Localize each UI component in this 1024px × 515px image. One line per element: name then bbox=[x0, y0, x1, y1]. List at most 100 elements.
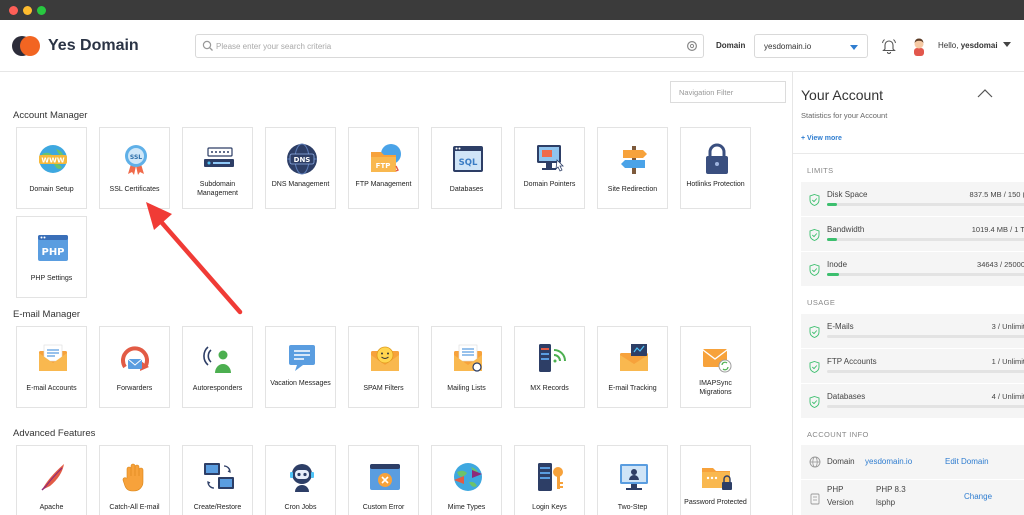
spam-filter-icon bbox=[371, 346, 399, 371]
navigation-filter-input[interactable] bbox=[679, 86, 779, 99]
info-php-handler: lsphp bbox=[876, 498, 896, 507]
info-php-key-2: Version bbox=[827, 498, 854, 507]
tile-databases[interactable]: SQL Databases bbox=[431, 127, 502, 209]
dns-globe-icon: DNS bbox=[287, 143, 317, 175]
minimize-window-button[interactable] bbox=[23, 6, 32, 15]
stat-value: 1019.4 MB / 1 T bbox=[971, 225, 1024, 234]
tile-label: Databases bbox=[449, 186, 484, 193]
progress-bar bbox=[827, 238, 1024, 241]
usage-databases: Databases 4 / Unlimit bbox=[801, 384, 1024, 418]
domain-label: Domain bbox=[716, 41, 746, 50]
limit-disk-space: Disk Space 837.5 MB / 150 ( bbox=[801, 182, 1024, 216]
info-php-key: PHP bbox=[827, 485, 844, 494]
tile-site-redirection[interactable]: Site Redirection bbox=[597, 127, 668, 209]
tile-email-accounts[interactable]: E-mail Accounts bbox=[16, 326, 87, 408]
tile-label: Vacation Messages bbox=[270, 380, 331, 387]
search-settings-icon[interactable] bbox=[686, 40, 698, 52]
tile-subdomain-management[interactable]: Subdomain Management bbox=[182, 127, 253, 209]
section-title-email-manager: E-mail Manager bbox=[13, 309, 81, 320]
tile-label: E-mail Accounts bbox=[26, 385, 77, 392]
user-avatar-icon[interactable] bbox=[910, 36, 928, 56]
collapse-chevron-icon[interactable] bbox=[977, 88, 993, 98]
tile-email-tracking[interactable]: E-mail Tracking bbox=[597, 326, 668, 408]
tile-imapsync-migrations[interactable]: IMAPSync Migrations bbox=[680, 326, 751, 408]
tile-mime-types[interactable]: Mime Types bbox=[431, 445, 502, 515]
apache-feather-icon bbox=[41, 464, 64, 491]
annotation-arrow-icon bbox=[146, 202, 243, 315]
stat-name: Inode bbox=[827, 260, 848, 269]
tile-label: FTP Management bbox=[355, 181, 412, 188]
tile-cron-jobs[interactable]: Cron Jobs bbox=[265, 445, 336, 515]
tile-vacation-messages[interactable]: Vacation Messages bbox=[265, 326, 336, 408]
limit-inode: Inode 34643 / 25000 bbox=[801, 252, 1024, 286]
stat-value: 837.5 MB / 150 ( bbox=[969, 190, 1024, 199]
info-domain-row: Domain yesdomain.io Edit Domain bbox=[801, 445, 1024, 479]
brand-name: Yes Domain bbox=[48, 37, 139, 54]
info-php-value: PHP 8.3 bbox=[876, 485, 906, 494]
svg-text:DNS: DNS bbox=[294, 156, 311, 164]
shield-check-icon bbox=[809, 229, 820, 241]
search-input[interactable] bbox=[216, 38, 676, 54]
php-version-icon bbox=[810, 493, 820, 505]
tile-hotlinks-protection[interactable]: Hotlinks Protection bbox=[680, 127, 751, 209]
view-more-link[interactable]: + View more bbox=[801, 135, 842, 142]
user-menu-chevron-icon[interactable] bbox=[1003, 42, 1011, 47]
tile-password-protected[interactable]: Password Protected bbox=[680, 445, 751, 515]
domain-select[interactable]: yesdomain.io bbox=[754, 34, 868, 58]
account-panel-title: Your Account bbox=[801, 87, 883, 103]
tile-php-settings[interactable]: PHP PHP Settings bbox=[16, 216, 87, 298]
search-box[interactable] bbox=[195, 34, 704, 58]
tile-label: E-mail Tracking bbox=[608, 385, 657, 392]
shield-check-icon bbox=[809, 361, 820, 373]
login-key-icon bbox=[538, 463, 563, 491]
brand-logo[interactable]: Yes Domain bbox=[12, 34, 139, 58]
forward-arrow-icon bbox=[121, 346, 149, 371]
ssl-badge-icon: SSL bbox=[125, 145, 147, 175]
info-domain-value[interactable]: yesdomain.io bbox=[865, 457, 912, 466]
change-php-link[interactable]: Change bbox=[964, 492, 992, 501]
tile-dns-management[interactable]: DNS DNS Management bbox=[265, 127, 336, 209]
stat-value: 34643 / 25000 bbox=[977, 260, 1024, 269]
mailing-list-icon bbox=[454, 344, 482, 372]
mime-globe-icon bbox=[454, 463, 482, 491]
svg-text:WWW: WWW bbox=[41, 157, 64, 165]
notification-bell-icon[interactable] bbox=[880, 37, 898, 55]
tile-ssl-certificates[interactable]: SSL SSL Certificates bbox=[99, 127, 170, 209]
tile-label: SPAM Filters bbox=[363, 385, 404, 392]
tile-label: Subdomain Management bbox=[197, 181, 238, 197]
user-greeting[interactable]: Hello, yesdomai bbox=[938, 41, 998, 50]
stat-value: 4 / Unlimit bbox=[991, 392, 1024, 401]
limits-heading: LIMITS bbox=[807, 166, 834, 175]
tile-apache[interactable]: Apache bbox=[16, 445, 87, 515]
tile-domain-setup[interactable]: WWW Domain Setup bbox=[16, 127, 87, 209]
tile-create-restore[interactable]: Create/Restore bbox=[182, 445, 253, 515]
shield-check-icon bbox=[809, 194, 820, 206]
sql-database-icon: SQL bbox=[453, 146, 483, 172]
error-page-icon bbox=[370, 464, 400, 490]
tile-label: Password Protected bbox=[684, 499, 747, 506]
tile-mx-records[interactable]: MX Records bbox=[514, 326, 585, 408]
shield-check-icon bbox=[809, 396, 820, 408]
tile-login-keys[interactable]: Login Keys bbox=[514, 445, 585, 515]
robot-icon bbox=[290, 464, 314, 492]
tile-spam-filters[interactable]: SPAM Filters bbox=[348, 326, 419, 408]
edit-domain-link[interactable]: Edit Domain bbox=[945, 457, 989, 466]
tile-ftp-management[interactable]: FTP FTP Management bbox=[348, 127, 419, 209]
tile-custom-error[interactable]: Custom Error bbox=[348, 445, 419, 515]
tile-catch-all-email[interactable]: Catch-All E-mail bbox=[99, 445, 170, 515]
tile-label: Domain Setup bbox=[29, 186, 74, 193]
two-step-icon bbox=[620, 464, 648, 490]
tile-forwarders[interactable]: Forwarders bbox=[99, 326, 170, 408]
php-window-icon: PHP bbox=[38, 235, 68, 261]
tile-autoresponders[interactable]: Autoresponders bbox=[182, 326, 253, 408]
info-php-row: PHP Version PHP 8.3 lsphp Change bbox=[801, 480, 1024, 515]
stat-name: Databases bbox=[827, 392, 866, 401]
navigation-filter[interactable] bbox=[670, 81, 786, 103]
tile-two-step[interactable]: Two-Step bbox=[597, 445, 668, 515]
close-window-button[interactable] bbox=[9, 6, 18, 15]
stat-name: Bandwidth bbox=[827, 225, 865, 234]
tile-domain-pointers[interactable]: Domain Pointers bbox=[514, 127, 585, 209]
tile-mailing-lists[interactable]: Mailing Lists bbox=[431, 326, 502, 408]
progress-bar bbox=[827, 335, 1024, 338]
maximize-window-button[interactable] bbox=[37, 6, 46, 15]
